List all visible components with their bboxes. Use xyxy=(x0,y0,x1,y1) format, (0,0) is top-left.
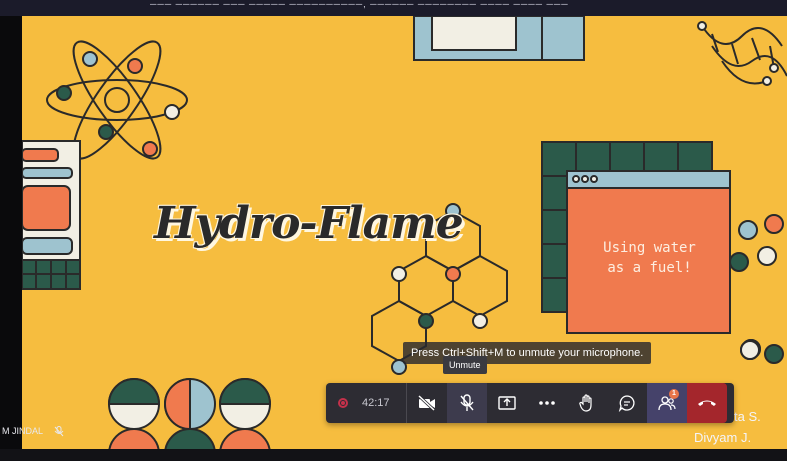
unmute-button[interactable] xyxy=(447,383,487,423)
share-icon xyxy=(498,396,516,410)
camera-off-icon xyxy=(418,395,436,411)
more-dots-icon xyxy=(539,401,555,405)
meeting-timer: 42:17 xyxy=(362,397,390,409)
card-line-2: as a fuel! xyxy=(607,260,692,276)
slide-card-text: Using water as a fuel! xyxy=(567,238,732,278)
share-screen-button[interactable] xyxy=(487,383,527,423)
top-window-graphic xyxy=(413,16,585,61)
self-participant-name: M JINDAL xyxy=(2,426,44,436)
chat-button[interactable] xyxy=(607,383,647,423)
window-title-text: ─── ────── ─── ───── ──────────, ────── … xyxy=(150,0,569,9)
participant-name-2: Divyam J. xyxy=(694,430,752,445)
chat-icon xyxy=(618,395,635,412)
bottom-circles-graphic xyxy=(107,377,272,449)
bottom-strip xyxy=(0,449,787,461)
phone-hangup-icon xyxy=(698,400,716,406)
unmute-hint-tooltip: Press Ctrl+Shift+M to unmute your microp… xyxy=(403,342,652,364)
participants-badge: 1 xyxy=(669,389,679,399)
camera-toggle-button[interactable] xyxy=(407,383,447,423)
hang-up-button[interactable] xyxy=(687,383,727,423)
more-actions-button[interactable] xyxy=(527,383,567,423)
right-dots-graphic xyxy=(729,214,784,364)
participant-name-1: ta S. xyxy=(734,409,761,424)
left-panel-graphic xyxy=(22,140,81,290)
card-line-1: Using water xyxy=(603,240,696,256)
hand-icon xyxy=(579,394,592,412)
left-edge-bar xyxy=(0,16,22,461)
recording-indicator[interactable]: 42:17 xyxy=(326,383,406,423)
self-mic-off-icon xyxy=(54,426,64,437)
participants-button[interactable]: 1 xyxy=(647,383,687,423)
raise-hand-button[interactable] xyxy=(567,383,607,423)
unmute-tooltip: Unmute xyxy=(443,356,487,374)
mic-off-icon xyxy=(460,394,474,411)
record-icon xyxy=(338,398,348,408)
meeting-toolbar: 42:17 1 xyxy=(326,383,734,423)
dna-icon xyxy=(697,21,787,86)
slide-title: Hydro-Flame xyxy=(154,198,464,249)
window-title-bar: ─── ────── ─── ───── ──────────, ────── … xyxy=(0,0,787,16)
